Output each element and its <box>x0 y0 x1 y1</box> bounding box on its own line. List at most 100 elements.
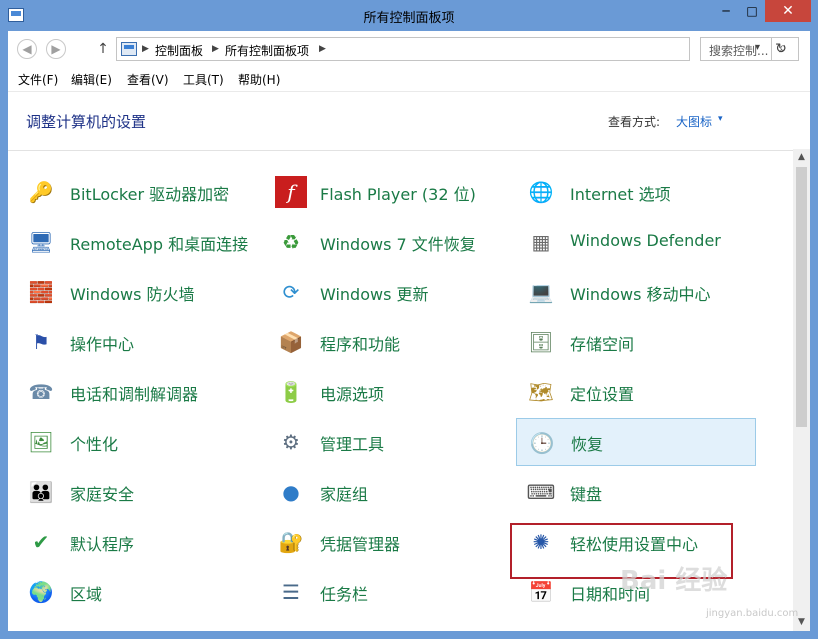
panel-item[interactable]: ● 家庭组 <box>266 468 506 516</box>
panel-item[interactable]: 💻 Windows 移动中心 <box>516 268 756 316</box>
panel-item[interactable]: 🗺 定位设置 <box>516 368 756 416</box>
panel-item[interactable]: 🌍 区域 <box>16 568 256 616</box>
forward-button[interactable]: ▶ <box>46 39 66 59</box>
breadcrumb-separator[interactable]: ▶ <box>319 44 326 54</box>
search-input[interactable]: 搜索控制... <box>709 42 768 59</box>
panel-item[interactable]: 🔋 电源选项 <box>266 368 506 416</box>
panel-item-label: Windows 防火墙 <box>70 285 195 304</box>
search-icon[interactable]: ⌕ <box>779 40 787 56</box>
address-row: ◀ ▶ ↑ ▶ 控制面板 ▶ 所有控制面板项 ▶ ▾ ↻ 搜索控制... ⌕ <box>8 31 810 65</box>
menu-bar: 文件(F) 编辑(E) 查看(V) 工具(T) 帮助(H) <box>8 67 810 89</box>
panel-item-label: 凭据管理器 <box>320 535 401 554</box>
close-button[interactable]: ✕ <box>765 0 811 22</box>
back-button[interactable]: ◀ <box>17 39 37 59</box>
panel-item[interactable]: 👪 家庭安全 <box>16 468 256 516</box>
title-bar[interactable]: 所有控制面板项 ─ □ ✕ <box>0 0 818 31</box>
menu-help[interactable]: 帮助(H) <box>238 71 280 88</box>
page-title: 调整计算机的设置 <box>26 113 147 131</box>
panel-item[interactable]: 🖼 个性化 <box>16 418 256 466</box>
panel-item[interactable]: ☰ 任务栏 <box>266 568 506 616</box>
panel-item[interactable]: 🗄 存储空间 <box>516 318 756 366</box>
panel-item[interactable]: ☎ 电话和调制解调器 <box>16 368 256 416</box>
panel-item[interactable]: ♻ Windows 7 文件恢复 <box>266 218 506 266</box>
phone-modem-icon: ☎ <box>28 380 54 404</box>
maximize-button[interactable]: □ <box>739 0 765 22</box>
panel-item-label: 操作中心 <box>70 335 135 354</box>
windows-update-icon: ⟳ <box>282 280 300 304</box>
minimize-button[interactable]: ─ <box>713 0 739 22</box>
panel-item-label: 区域 <box>70 585 103 604</box>
vertical-scrollbar[interactable]: ▲ ▼ <box>793 149 810 631</box>
programs-features-icon: 📦 <box>278 330 304 354</box>
personalization-icon: 🖼 <box>28 430 54 454</box>
menu-view[interactable]: 查看(V) <box>127 71 169 88</box>
default-programs-icon: ✔ <box>32 530 50 554</box>
view-by-dropdown[interactable]: 大图标 <box>676 113 712 130</box>
search-box[interactable]: 搜索控制... ⌕ <box>700 37 799 61</box>
panel-item-label: BitLocker 驱动器加密 <box>70 185 230 204</box>
panel-item[interactable]: 🌐 Internet 选项 <box>516 168 756 216</box>
breadcrumb-all-items[interactable]: 所有控制面板项 <box>225 42 309 59</box>
windows-firewall-icon: 🧱 <box>28 280 54 304</box>
panel-item-label: 家庭组 <box>320 485 369 504</box>
panel-item-label: 家庭安全 <box>70 485 135 504</box>
scrollbar-thumb[interactable] <box>796 167 807 427</box>
control-panel-icon <box>121 42 137 56</box>
flash-player-icon: f <box>275 176 307 208</box>
credential-manager-icon: 🔐 <box>278 530 304 554</box>
address-bar[interactable]: ▶ 控制面板 ▶ 所有控制面板项 ▶ ▾ ↻ <box>116 37 787 61</box>
windows-mobility-center-icon: 💻 <box>528 280 554 304</box>
action-center-icon: ⚑ <box>32 330 50 354</box>
breadcrumb-separator[interactable]: ▶ <box>212 44 219 54</box>
homegroup-icon: ● <box>282 480 300 504</box>
panel-item-label: Windows 更新 <box>320 285 429 304</box>
panel-item-label: 程序和功能 <box>320 335 401 354</box>
panel-item-label: 任务栏 <box>320 585 369 604</box>
baidu-watermark: Bai 经验 <box>620 566 728 596</box>
power-options-icon: 🔋 <box>278 380 304 404</box>
panel-item-label: Windows Defender <box>570 231 721 250</box>
bitlocker-icon: 🔑 <box>28 180 54 204</box>
panel-item[interactable]: f Flash Player (32 位) <box>266 168 506 216</box>
panel-item[interactable]: ✔ 默认程序 <box>16 518 256 566</box>
keyboard-icon: ⌨ <box>526 480 556 504</box>
date-time-icon: 📅 <box>528 580 554 604</box>
menu-file[interactable]: 文件(F) <box>18 71 58 88</box>
panel-item[interactable]: 🧱 Windows 防火墙 <box>16 268 256 316</box>
panel-item[interactable]: 🖥 RemoteApp 和桌面连接 <box>16 218 256 266</box>
panel-item[interactable]: 🔑 BitLocker 驱动器加密 <box>16 168 256 216</box>
panel-item-label: 恢复 <box>571 435 604 454</box>
scroll-up-icon[interactable]: ▲ <box>793 149 810 166</box>
breadcrumb-control-panel[interactable]: 控制面板 <box>155 42 203 59</box>
breadcrumb-separator[interactable]: ▶ <box>142 44 149 54</box>
region-icon: 🌍 <box>28 580 54 604</box>
panel-item[interactable]: ⟳ Windows 更新 <box>266 268 506 316</box>
chevron-down-icon[interactable]: ▾ <box>718 114 723 124</box>
panel-item[interactable]: 📦 程序和功能 <box>266 318 506 366</box>
menu-tools[interactable]: 工具(T) <box>183 71 224 88</box>
windows7-file-recovery-icon: ♻ <box>282 230 300 254</box>
panel-item-label: 默认程序 <box>70 535 135 554</box>
panel-item-label: Flash Player (32 位) <box>320 185 476 204</box>
family-safety-icon: 👪 <box>28 480 54 504</box>
panel-item-label: Internet 选项 <box>570 185 671 204</box>
baidu-watermark-url: jingyan.baidu.com <box>706 608 799 619</box>
panel-item[interactable]: ⚑ 操作中心 <box>16 318 256 366</box>
panel-item[interactable]: ⚙ 管理工具 <box>266 418 506 466</box>
page-header: 调整计算机的设置 查看方式: 大图标 ▾ <box>8 91 810 151</box>
panel-item-label: 定位设置 <box>570 385 635 404</box>
panel-item-label: RemoteApp 和桌面连接 <box>70 235 249 254</box>
panel-item-label: Windows 7 文件恢复 <box>320 235 476 254</box>
menu-edit[interactable]: 编辑(E) <box>71 71 112 88</box>
panel-item-label: 电话和调制解调器 <box>70 385 199 404</box>
panel-item[interactable]: 🔐 凭据管理器 <box>266 518 506 566</box>
panel-item[interactable]: ⌨ 键盘 <box>516 468 756 516</box>
panel-item[interactable]: ▦ Windows Defender <box>516 218 756 266</box>
location-settings-icon: 🗺 <box>528 380 554 404</box>
panel-item-label: Windows 移动中心 <box>570 285 711 304</box>
storage-spaces-icon: 🗄 <box>528 330 554 354</box>
panel-item-label: 键盘 <box>570 485 603 504</box>
up-button[interactable]: ↑ <box>95 39 111 59</box>
windows-defender-icon: ▦ <box>531 230 551 254</box>
panel-item[interactable]: 🕒 恢复 <box>516 418 756 466</box>
